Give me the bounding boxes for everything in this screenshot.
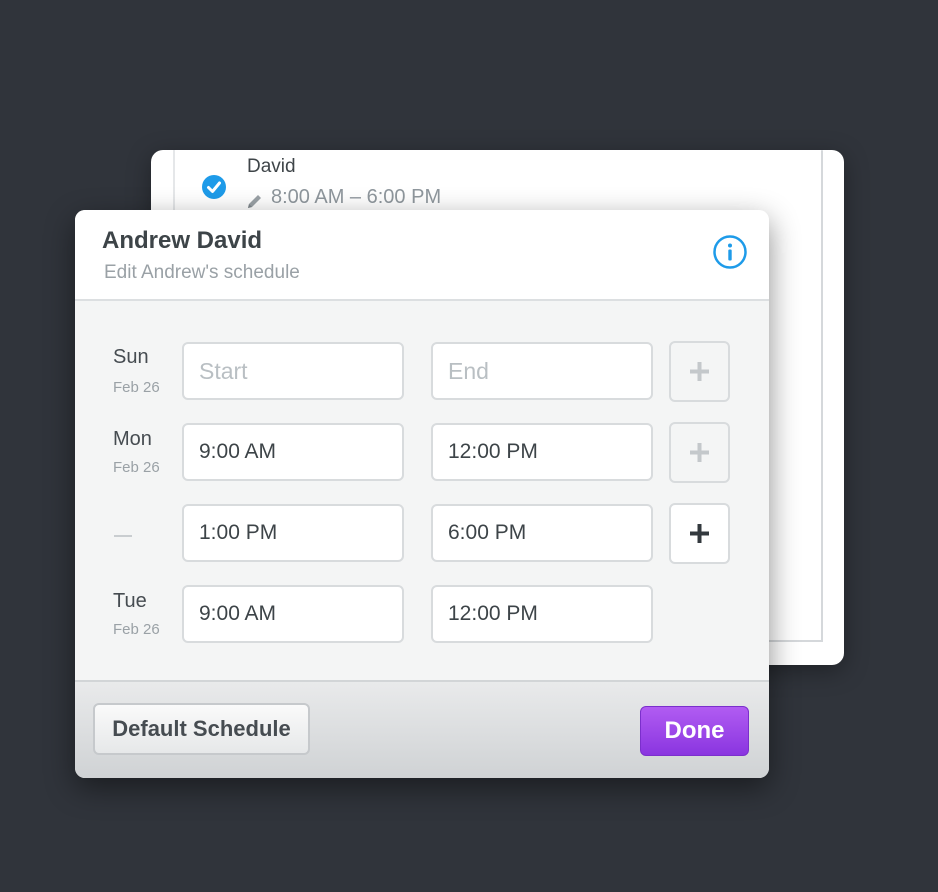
end-time-input[interactable]: 12:00 PM bbox=[431, 423, 653, 481]
continuation-dash bbox=[114, 535, 132, 537]
shift-time[interactable]: 8:00 AM – 6:00 PM bbox=[271, 186, 441, 209]
day-label-mon: Mon bbox=[113, 428, 152, 450]
day-date-sun: Feb 26 bbox=[113, 379, 160, 396]
start-time-input[interactable]: 1:00 PM bbox=[182, 504, 404, 562]
dialog-header: Andrew David Edit Andrew's schedule bbox=[75, 210, 769, 301]
day-label-tue: Tue bbox=[113, 590, 147, 612]
done-button[interactable]: Done bbox=[640, 706, 749, 756]
edit-schedule-dialog: Andrew David Edit Andrew's schedule Sun … bbox=[75, 210, 769, 778]
plus-icon bbox=[690, 524, 709, 543]
day-date-tue: Feb 26 bbox=[113, 621, 160, 638]
dialog-subtitle: Edit Andrew's schedule bbox=[104, 262, 300, 283]
add-shift-button[interactable] bbox=[669, 422, 730, 483]
employee-name: David bbox=[247, 156, 296, 177]
start-time-input[interactable]: Start bbox=[182, 342, 404, 400]
pencil-icon[interactable] bbox=[246, 192, 264, 210]
day-label-sun: Sun bbox=[113, 346, 149, 368]
plus-icon bbox=[690, 362, 709, 381]
scrollbar bbox=[821, 150, 823, 642]
end-time-input[interactable]: 12:00 PM bbox=[431, 585, 653, 643]
day-date-mon: Feb 26 bbox=[113, 459, 160, 476]
end-time-input[interactable]: 6:00 PM bbox=[431, 504, 653, 562]
dialog-footer: Default Schedule Done bbox=[75, 680, 769, 778]
end-time-input[interactable]: End bbox=[431, 342, 653, 400]
check-circle-icon[interactable] bbox=[202, 175, 226, 199]
dialog-title: Andrew David bbox=[102, 227, 263, 254]
divider bbox=[173, 150, 175, 210]
start-time-input[interactable]: 9:00 AM bbox=[182, 423, 404, 481]
info-icon[interactable] bbox=[712, 234, 748, 270]
add-shift-button[interactable] bbox=[669, 503, 730, 564]
start-time-input[interactable]: 9:00 AM bbox=[182, 585, 404, 643]
default-schedule-button[interactable]: Default Schedule bbox=[93, 703, 310, 755]
add-shift-button[interactable] bbox=[669, 341, 730, 402]
plus-icon bbox=[690, 443, 709, 462]
